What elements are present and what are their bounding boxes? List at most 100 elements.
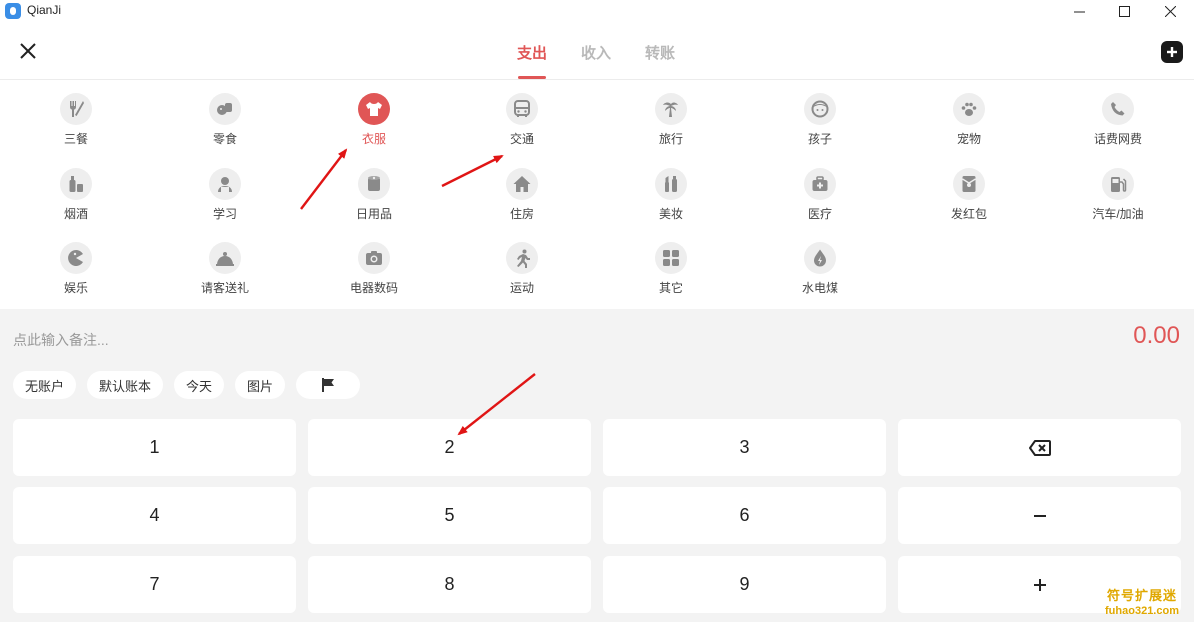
category-label: 水电煤 — [801, 281, 838, 295]
category-phone-internet[interactable]: 话费网费 — [1058, 83, 1178, 146]
minus-key[interactable] — [898, 487, 1181, 544]
gift-icon — [209, 242, 241, 274]
minimize-icon — [1073, 11, 1085, 12]
category-label: 电器数码 — [349, 281, 398, 295]
category-travel[interactable]: 旅行 — [611, 83, 731, 146]
category-housing[interactable]: 住房 — [462, 158, 582, 221]
date-chip[interactable]: 今天 — [174, 371, 225, 399]
tissue-roll-icon — [358, 168, 390, 200]
running-icon — [506, 242, 538, 274]
tab-transfer[interactable]: 转账 — [628, 22, 692, 80]
category-snacks[interactable]: 零食 — [165, 83, 285, 146]
key-6[interactable]: 6 — [603, 487, 886, 544]
tab-expense[interactable]: 支出 — [500, 22, 564, 80]
category-label: 美妆 — [658, 207, 683, 221]
window-title: QianJi — [27, 3, 62, 17]
close-icon — [20, 43, 36, 59]
category-medical[interactable]: 医疗 — [760, 158, 880, 221]
account-chip[interactable]: 无账户 — [13, 371, 77, 399]
category-label: 日用品 — [355, 207, 392, 221]
category-label: 运动 — [509, 281, 534, 295]
category-label: 烟酒 — [63, 207, 88, 221]
category-label: 学习 — [212, 207, 237, 221]
category-clothes[interactable]: 衣服 — [314, 83, 434, 146]
add-category-button[interactable] — [1161, 41, 1183, 63]
category-children[interactable]: 孩子 — [760, 83, 880, 146]
pacman-icon — [60, 242, 92, 274]
category-label: 话费网费 — [1093, 132, 1142, 146]
flag-icon — [322, 378, 335, 392]
key-2[interactable]: 2 — [308, 419, 591, 476]
category-label: 宠物 — [956, 132, 981, 146]
key-4[interactable]: 4 — [13, 487, 296, 544]
category-label: 娱乐 — [63, 281, 88, 295]
category-label: 发红包 — [950, 207, 987, 221]
category-label: 旅行 — [658, 132, 683, 146]
key-8[interactable]: 8 — [308, 556, 591, 613]
tab-income[interactable]: 收入 — [564, 22, 628, 80]
key-7[interactable]: 7 — [13, 556, 296, 613]
category-electronics[interactable]: 电器数码 — [314, 232, 434, 295]
category-pets[interactable]: 宠物 — [909, 83, 1029, 146]
palm-tree-icon — [655, 93, 687, 125]
category-utilities[interactable]: 水电煤 — [760, 232, 880, 295]
category-other[interactable]: 其它 — [611, 232, 731, 295]
plus-icon — [1033, 578, 1046, 591]
category-study[interactable]: 学习 — [165, 158, 285, 221]
key-1[interactable]: 1 — [13, 419, 296, 476]
category-label: 汽车/加油 — [1092, 207, 1144, 221]
category-transport[interactable]: 交通 — [462, 83, 582, 146]
app-logo-icon — [5, 3, 21, 19]
category-label: 医疗 — [807, 207, 832, 221]
category-label: 衣服 — [361, 132, 386, 146]
category-label: 三餐 — [63, 132, 88, 146]
grid-icon — [655, 242, 687, 274]
bottle-icon — [60, 168, 92, 200]
key-9[interactable]: 9 — [603, 556, 886, 613]
category-label: 住房 — [509, 207, 534, 221]
key-3[interactable]: 3 — [603, 419, 886, 476]
option-chips: 无账户 默认账本 今天 图片 — [13, 371, 361, 399]
category-sports[interactable]: 运动 — [462, 232, 582, 295]
paw-icon — [953, 93, 985, 125]
medical-kit-icon — [804, 168, 836, 200]
fuel-pump-icon — [1102, 168, 1134, 200]
snack-icon — [209, 93, 241, 125]
close-icon — [1164, 5, 1176, 17]
maximize-icon — [1118, 5, 1130, 17]
key-5[interactable]: 5 — [308, 487, 591, 544]
backspace-icon — [1028, 439, 1051, 456]
red-envelope-icon — [953, 168, 985, 200]
category-meals[interactable]: 三餐 — [16, 83, 136, 146]
maximize-button[interactable] — [1101, 0, 1147, 22]
bus-icon — [506, 93, 538, 125]
category-label: 零食 — [212, 132, 237, 146]
phone-icon — [1102, 93, 1134, 125]
category-daily-goods[interactable]: 日用品 — [314, 158, 434, 221]
category-tobacco-alcohol[interactable]: 烟酒 — [16, 158, 136, 221]
close-entry-button[interactable] — [17, 40, 39, 62]
category-gifts-treats[interactable]: 请客送礼 — [165, 232, 285, 295]
cosmetics-icon — [655, 168, 687, 200]
flag-chip[interactable] — [296, 371, 361, 399]
book-chip[interactable]: 默认账本 — [87, 371, 164, 399]
category-grid: 三餐 零食 衣服 交通 旅行 孩子 宠物 话费网费 烟酒 学习 日用品 住房 美… — [0, 81, 1194, 309]
minimize-button[interactable] — [1056, 0, 1102, 22]
entry-header: 支出 收入 转账 — [0, 22, 1194, 80]
category-label: 孩子 — [807, 132, 832, 146]
category-cosmetics[interactable]: 美妆 — [611, 158, 731, 221]
category-car-fuel[interactable]: 汽车/加油 — [1058, 158, 1178, 221]
camera-icon — [358, 242, 390, 274]
category-entertainment[interactable]: 娱乐 — [16, 232, 136, 295]
remark-input[interactable]: 点此输入备注... — [13, 330, 109, 350]
student-icon — [209, 168, 241, 200]
window-close-button[interactable] — [1147, 0, 1193, 22]
shirt-icon — [358, 93, 390, 125]
category-label: 其它 — [658, 281, 683, 295]
category-label: 请客送礼 — [200, 281, 249, 295]
category-label: 交通 — [509, 132, 534, 146]
category-red-envelope[interactable]: 发红包 — [909, 158, 1029, 221]
backspace-key[interactable] — [898, 419, 1181, 476]
window-titlebar: QianJi — [0, 0, 1194, 22]
image-chip[interactable]: 图片 — [235, 371, 286, 399]
